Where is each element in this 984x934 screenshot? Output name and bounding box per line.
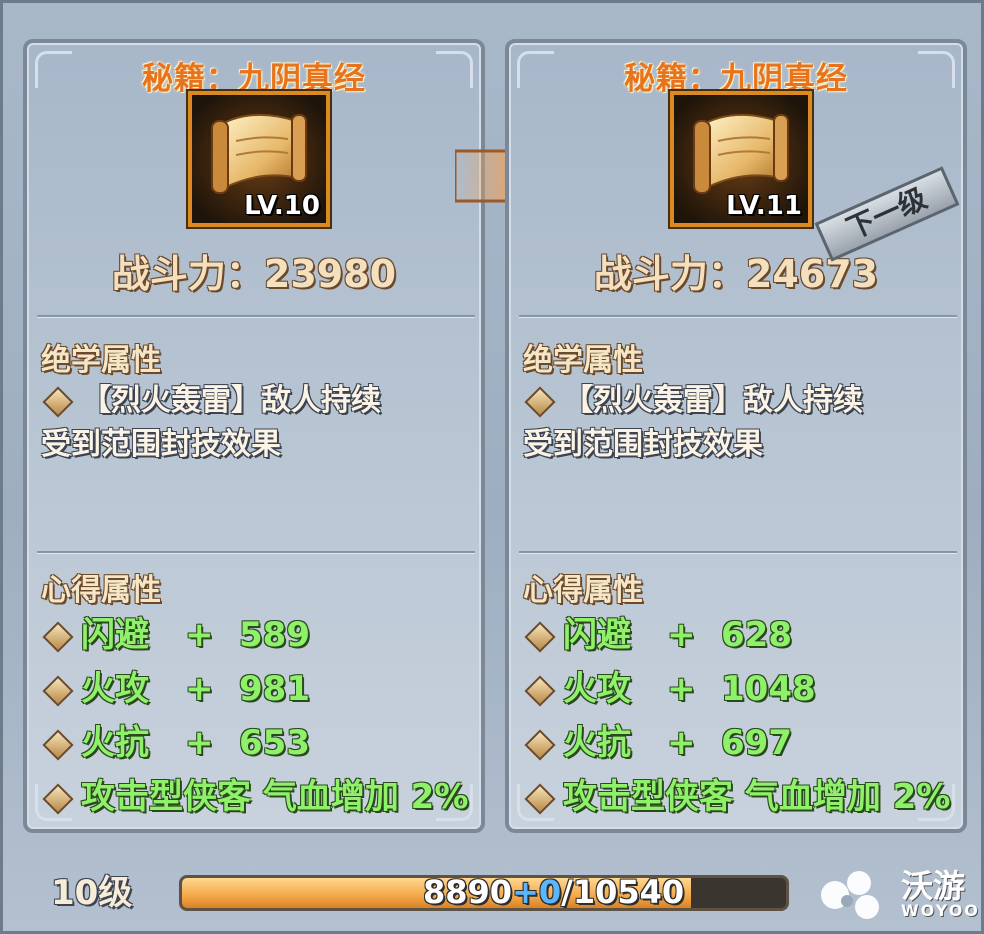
stat-value: 697 (721, 723, 792, 763)
exp-current: 8890 (423, 873, 513, 911)
skill-upgrade-window: 秘籍：九阴真经 LV.10 战斗力：23980 绝学属性 【烈火轰雷】敌人持续 … (0, 0, 984, 934)
exp-max: /10540 (561, 873, 685, 911)
skill-desc-line: 受到范围封技效果 (41, 427, 281, 462)
stat-plus: + (667, 669, 696, 709)
diamond-icon (524, 674, 556, 707)
diamond-icon (524, 620, 556, 653)
stat-name: 火攻 (81, 669, 149, 709)
diamond-icon (42, 674, 74, 707)
insight-attribute-header: 心得属性 (41, 573, 161, 608)
stat-plus: + (667, 615, 696, 655)
diamond-icon (42, 782, 74, 815)
skill-desc-line: 【烈火轰雷】敌人持续 (81, 383, 381, 418)
level-badge: LV.10 (244, 191, 320, 221)
section-divider (519, 551, 957, 554)
combat-power: 战斗力：23980 (111, 252, 397, 296)
player-level-label: 10级 (51, 873, 133, 913)
skill-description: 【烈火轰雷】敌人持续 受到范围封技效果 (523, 379, 953, 467)
stat-name: 火抗 (81, 723, 149, 763)
stat-value: 1048 (721, 669, 816, 709)
woyoo-logo: 沃游 WOYOO (815, 861, 978, 931)
stat-row-bonus: 攻击型侠客 气血增加 2% (41, 769, 468, 819)
diamond-icon (524, 385, 556, 418)
stat-name: 火抗 (563, 723, 631, 763)
stat-plus: + (185, 669, 214, 709)
combat-power: 战斗力：24673 (593, 252, 879, 296)
stat-value: 653 (239, 723, 310, 763)
stat-plus: + (185, 723, 214, 763)
level-badge: LV.11 (726, 191, 802, 221)
stat-bonus: 攻击型侠客 气血增加 2% (563, 777, 951, 817)
next-level-panel: 秘籍：九阴真经 LV.11 战斗力：24673 绝学属性 【烈火轰雷】敌人持续 … (505, 39, 967, 833)
stat-value: 628 (721, 615, 792, 655)
stat-row-bonus: 攻击型侠客 气血增加 2% (523, 769, 950, 819)
skill-desc-line: 【烈火轰雷】敌人持续 (563, 383, 863, 418)
stat-name: 闪避 (563, 615, 631, 655)
stat-value: 589 (239, 615, 310, 655)
current-level-panel: 秘籍：九阴真经 LV.10 战斗力：23980 绝学属性 【烈火轰雷】敌人持续 … (23, 39, 485, 833)
skill-desc-line: 受到范围封技效果 (523, 427, 763, 462)
stat-name: 火攻 (563, 669, 631, 709)
diamond-icon (42, 620, 74, 653)
diamond-icon (42, 728, 74, 761)
skill-description: 【烈火轰雷】敌人持续 受到范围封技效果 (41, 379, 471, 467)
insight-attribute-header: 心得属性 (523, 573, 643, 608)
stat-row-fire-resist: 火抗 +653 (41, 715, 310, 765)
section-divider (37, 551, 475, 554)
diamond-icon (524, 728, 556, 761)
skill-attribute-header: 绝学属性 (523, 343, 643, 378)
stat-plus: + (667, 723, 696, 763)
diamond-icon (524, 782, 556, 815)
stat-value: 981 (239, 669, 310, 709)
logo-subtitle: WOYOO (901, 901, 980, 920)
stat-bonus: 攻击型侠客 气血增加 2% (81, 777, 469, 817)
skill-attribute-header: 绝学属性 (41, 343, 161, 378)
stat-row-fire-resist: 火抗 +697 (523, 715, 792, 765)
stat-row-fire-attack: 火攻 +981 (41, 661, 310, 711)
experience-text: 8890+0/10540 (423, 873, 684, 911)
logo-mark-icon (821, 871, 879, 919)
skill-book-slot[interactable]: LV.11 (670, 91, 812, 227)
stat-plus: + (185, 615, 214, 655)
diamond-icon (42, 385, 74, 418)
section-divider (519, 315, 957, 318)
exp-gain: +0 (512, 873, 562, 911)
stat-row-fire-attack: 火攻 +1048 (523, 661, 816, 711)
skill-book-slot[interactable]: LV.10 (188, 91, 330, 227)
stat-name: 闪避 (81, 615, 149, 655)
stat-row-dodge: 闪避 +628 (523, 607, 792, 657)
section-divider (37, 315, 475, 318)
stat-row-dodge: 闪避 +589 (41, 607, 310, 657)
